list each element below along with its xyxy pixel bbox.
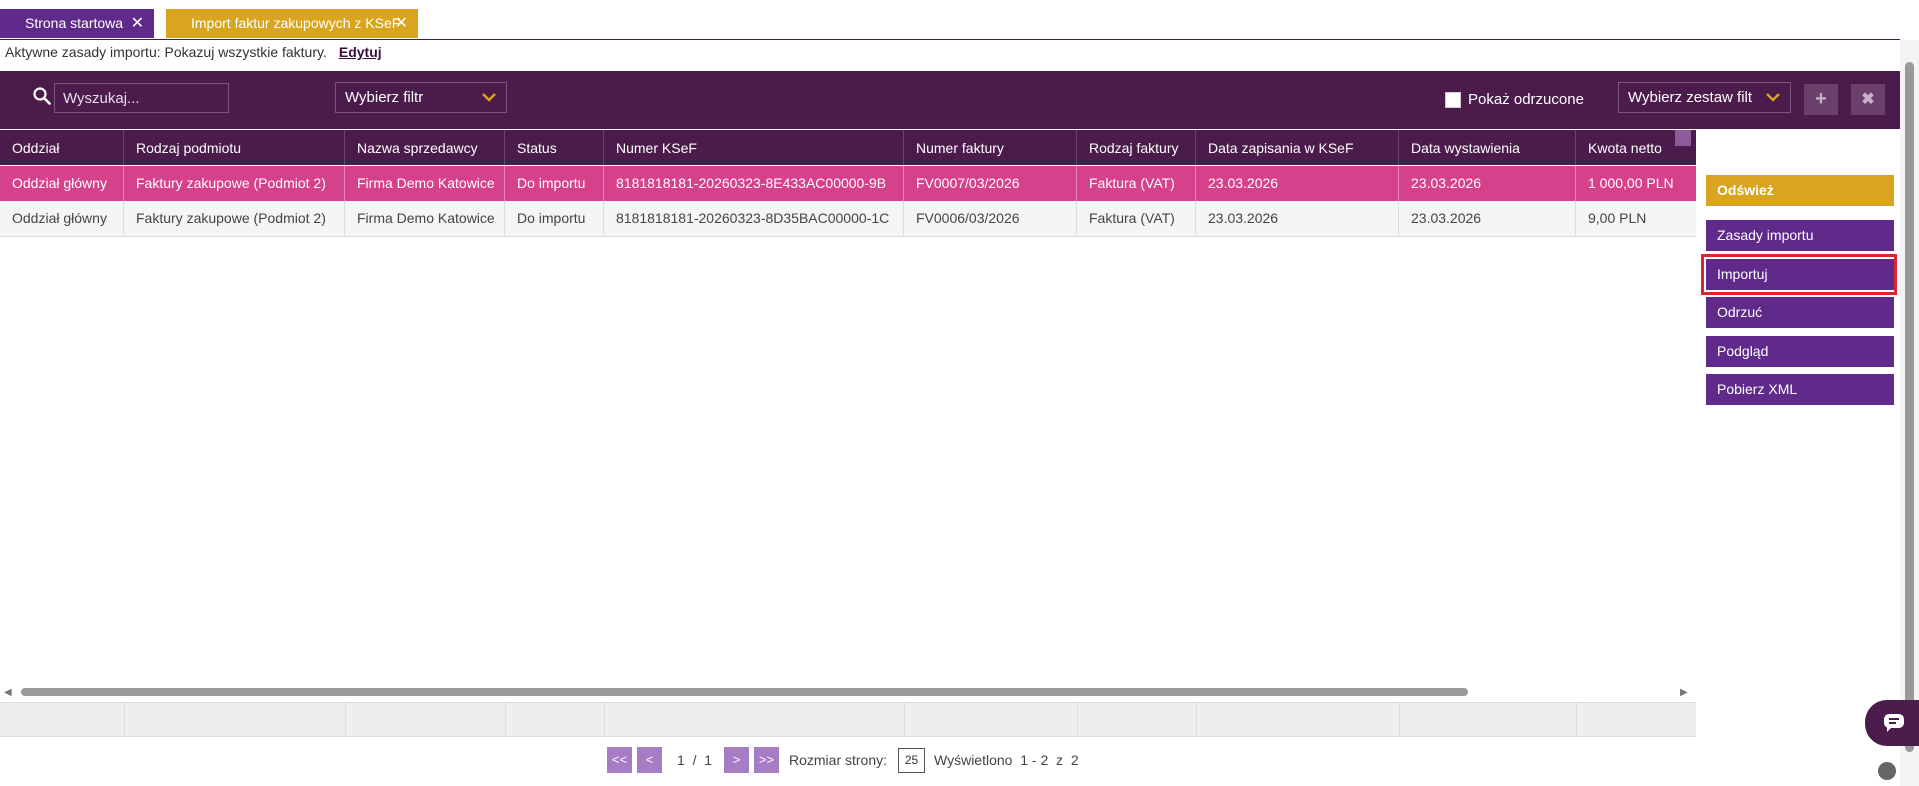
cell-invoice-number: FV0007/03/2026 bbox=[904, 166, 1077, 201]
cell-status: Do importu bbox=[505, 166, 604, 201]
cell-branch: Oddział główny bbox=[0, 201, 124, 236]
cell-entity-type: Faktury zakupowe (Podmiot 2) bbox=[124, 201, 345, 236]
first-page-button[interactable]: << bbox=[607, 747, 632, 773]
cell-invoice-type: Faktura (VAT) bbox=[1077, 201, 1196, 236]
active-rules-text: Aktywne zasady importu: Pokazuj wszystki… bbox=[5, 44, 327, 60]
refresh-button[interactable]: Odśwież bbox=[1706, 175, 1894, 206]
preview-button[interactable]: Podgląd bbox=[1706, 336, 1894, 367]
last-page-button[interactable]: >> bbox=[754, 747, 779, 773]
tab-home-label: Strona startowa bbox=[25, 15, 124, 31]
cell-net-amount: 1 000,00 PLN bbox=[1588, 175, 1674, 191]
cell-branch: Oddział główny bbox=[0, 166, 124, 201]
col-header[interactable]: Data wystawienia bbox=[1399, 130, 1576, 165]
cell-ksef-date: 23.03.2026 bbox=[1196, 201, 1399, 236]
next-page-button[interactable]: > bbox=[724, 747, 749, 773]
cell-status: Do importu bbox=[505, 201, 604, 236]
cell-entity-type: Faktury zakupowe (Podmiot 2) bbox=[124, 166, 345, 201]
cell-issue-date: 23.03.2026 bbox=[1399, 166, 1576, 201]
tab-ksef-import[interactable]: Import faktur zakupowych z KSeF ✕ bbox=[166, 9, 418, 38]
close-icon[interactable]: ✕ bbox=[131, 9, 144, 38]
tab-bar: Strona startowa ✕ Import faktur zakupowy… bbox=[0, 0, 1900, 40]
vertical-scrollbar[interactable] bbox=[1900, 40, 1919, 786]
table-footer-row bbox=[0, 702, 1696, 737]
horizontal-scrollbar[interactable]: ◀ ▶ bbox=[0, 684, 1696, 700]
import-highlight bbox=[1701, 254, 1897, 295]
gear-icon[interactable] bbox=[1675, 130, 1691, 146]
page-size-label: Rozmiar strony: bbox=[789, 752, 888, 768]
download-xml-button[interactable]: Pobierz XML bbox=[1706, 374, 1894, 405]
prev-page-button[interactable]: < bbox=[637, 747, 662, 773]
filter-select[interactable]: Wybierz filtr bbox=[335, 82, 507, 113]
shown-count: Wyświetlono 1 - 2 z 2 bbox=[934, 752, 1079, 768]
cell-net-amount: 9,00 PLN bbox=[1588, 210, 1647, 226]
add-button[interactable]: + bbox=[1804, 84, 1838, 115]
filter-set-value: Wybierz zestaw filt bbox=[1628, 89, 1753, 106]
more-columns[interactable]: ... bbox=[1699, 136, 1712, 154]
show-rejected-checkbox[interactable] bbox=[1445, 92, 1461, 108]
active-rules-info: Aktywne zasady importu: Pokazuj wszystki… bbox=[5, 44, 382, 60]
table-header: Oddział Rodzaj podmiotu Nazwa sprzedawcy… bbox=[0, 130, 1696, 165]
cell-invoice-number: FV0006/03/2026 bbox=[904, 201, 1077, 236]
chevron-down-icon bbox=[1762, 93, 1780, 102]
reject-button[interactable]: Odrzuć bbox=[1706, 297, 1894, 328]
scrollbar-thumb[interactable] bbox=[1905, 62, 1914, 752]
col-header[interactable]: Numer faktury bbox=[904, 130, 1077, 165]
col-header[interactable]: Status bbox=[505, 130, 604, 165]
col-header[interactable]: Nazwa sprzedawcy bbox=[345, 130, 505, 165]
table-row[interactable]: Oddział główny Faktury zakupowe (Podmiot… bbox=[0, 201, 1696, 237]
tab-home[interactable]: Strona startowa ✕ bbox=[0, 9, 154, 38]
col-header[interactable]: Rodzaj faktury bbox=[1077, 130, 1196, 165]
delete-button[interactable]: ✖ bbox=[1851, 84, 1885, 115]
cell-issue-date: 23.03.2026 bbox=[1399, 201, 1576, 236]
col-header[interactable]: Data zapisania w KSeF bbox=[1196, 130, 1399, 165]
show-rejected-label: Pokaż odrzucone bbox=[1468, 91, 1584, 108]
table-row[interactable]: Oddział główny Faktury zakupowe (Podmiot… bbox=[0, 166, 1696, 201]
chat-icon bbox=[1884, 714, 1904, 732]
cell-seller: Firma Demo Katowice bbox=[345, 166, 505, 201]
filter-select-value: Wybierz filtr bbox=[345, 89, 424, 106]
cell-ksef-number: 8181818181-20260323-8E433AC00000-9B bbox=[604, 166, 904, 201]
import-rules-button[interactable]: Zasady importu bbox=[1706, 220, 1894, 251]
page-size-input[interactable]: 25 bbox=[898, 748, 925, 773]
scroll-right-icon[interactable]: ▶ bbox=[1680, 687, 1688, 698]
cell-seller: Firma Demo Katowice bbox=[345, 201, 505, 236]
cell-ksef-date: 23.03.2026 bbox=[1196, 166, 1399, 201]
cell-invoice-type: Faktura (VAT) bbox=[1077, 166, 1196, 201]
search-input[interactable] bbox=[54, 83, 229, 113]
chevron-down-icon bbox=[482, 93, 496, 102]
cell-ksef-number: 8181818181-20260323-8D35BAC00000-1C bbox=[604, 201, 904, 236]
col-header[interactable]: Numer KSeF bbox=[604, 130, 904, 165]
filter-set-select[interactable]: Wybierz zestaw filt bbox=[1618, 82, 1791, 113]
page-indicator: 1 / 1 bbox=[677, 752, 713, 768]
toolbar: Wybierz filtr Pokaż odrzucone Wybierz ze… bbox=[0, 71, 1900, 129]
chat-mini-icon[interactable] bbox=[1876, 760, 1898, 782]
search-icon bbox=[33, 87, 51, 105]
tab-ksef-import-label: Import faktur zakupowych z KSeF bbox=[191, 15, 401, 31]
col-header[interactable]: Oddział bbox=[0, 130, 124, 165]
close-icon[interactable]: ✕ bbox=[395, 9, 408, 38]
scroll-left-icon[interactable]: ◀ bbox=[4, 687, 12, 698]
scrollbar-thumb[interactable] bbox=[21, 688, 1468, 696]
chat-button[interactable] bbox=[1865, 700, 1919, 746]
col-header[interactable]: Rodzaj podmiotu bbox=[124, 130, 345, 165]
edit-rules-link[interactable]: Edytuj bbox=[339, 44, 382, 60]
